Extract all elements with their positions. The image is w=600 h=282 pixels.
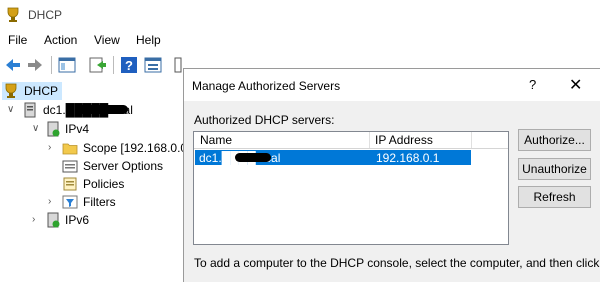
tree-item-ipv6[interactable]: › IPv6	[0, 211, 184, 229]
console-tree: DHCP ∨ dc1.█████local ∨ IPv4 › Scope [19…	[0, 82, 190, 281]
column-header-ip[interactable]: IP Address	[375, 133, 433, 147]
redaction-mark	[78, 105, 128, 114]
export-list-icon[interactable]	[88, 55, 108, 75]
forward-icon[interactable]	[25, 55, 45, 75]
filter-icon	[62, 195, 78, 209]
menu-action[interactable]: Action	[44, 33, 77, 47]
list-header: Name IP Address	[194, 132, 508, 149]
column-header-name[interactable]: Name	[200, 133, 232, 147]
tree-item-ipv4[interactable]: ∨ IPv4	[0, 120, 184, 138]
dhcp-app-icon	[7, 7, 19, 22]
tree-item-server[interactable]: ∨ dc1.█████local	[0, 101, 184, 119]
tree-label: IPv6	[65, 213, 90, 227]
tree-label: Filters	[83, 195, 116, 209]
column-divider[interactable]	[471, 132, 472, 148]
chevron-down-icon[interactable]: ∨	[7, 104, 14, 115]
tree-label: Server Options	[83, 159, 164, 173]
menu-file[interactable]: File	[8, 33, 27, 47]
close-icon[interactable]: ✕	[569, 75, 582, 95]
dialog-instructions: To add a computer to the DHCP console, s…	[194, 256, 600, 270]
properties-icon[interactable]	[143, 55, 163, 75]
dialog-titlebar: Manage Authorized Servers ? ✕	[184, 69, 600, 101]
menu-bar: File Action View Help	[0, 30, 600, 52]
chevron-right-icon[interactable]: ›	[32, 214, 35, 225]
menu-view[interactable]: View	[94, 33, 120, 47]
unauthorize-button[interactable]: Unauthorize	[518, 158, 591, 180]
manage-authorized-servers-dialog: Manage Authorized Servers ? ✕ Authorized…	[183, 68, 600, 282]
column-divider[interactable]	[369, 132, 370, 148]
ipv6-icon	[47, 212, 60, 228]
back-icon[interactable]	[3, 55, 23, 75]
ipv4-icon	[47, 121, 60, 137]
tree-label: Scope [192.168.0.0]	[83, 141, 191, 155]
authorized-servers-list[interactable]: Name IP Address dc1.████local 192.168.0.…	[193, 131, 509, 245]
chevron-right-icon[interactable]: ›	[48, 196, 51, 207]
refresh-button[interactable]: Refresh	[518, 186, 591, 208]
options-icon	[62, 160, 78, 173]
tree-item-dhcp[interactable]: DHCP	[2, 82, 62, 100]
authorize-button[interactable]: Authorize...	[518, 129, 591, 151]
tree-label: IPv4	[65, 122, 90, 136]
menu-help[interactable]: Help	[136, 33, 161, 47]
help-button[interactable]: ?	[529, 77, 536, 92]
list-item[interactable]: dc1.████local 192.168.0.1	[195, 150, 471, 165]
tree-label: DHCP	[24, 84, 59, 98]
help-icon[interactable]: ?	[119, 55, 139, 75]
toolbar-separator	[113, 56, 114, 74]
folder-icon	[62, 143, 78, 155]
policies-icon	[63, 177, 77, 191]
toolbar-separator	[51, 56, 52, 74]
window-titlebar: DHCP	[0, 0, 600, 30]
tree-item-scope[interactable]: › Scope [192.168.0.0]	[0, 139, 190, 157]
dhcp-icon	[5, 83, 17, 98]
tree-item-filters[interactable]: › Filters	[0, 193, 184, 211]
tree-label: Policies	[83, 177, 125, 191]
server-icon	[24, 102, 36, 118]
authorized-servers-label: Authorized DHCP servers:	[194, 113, 335, 127]
show-hide-tree-icon[interactable]	[57, 55, 77, 75]
tree-item-server-options[interactable]: Server Options	[0, 157, 184, 175]
window-title: DHCP	[28, 8, 63, 22]
server-ip-cell: 192.168.0.1	[376, 151, 440, 165]
svg-text:?: ?	[125, 58, 133, 73]
dialog-title: Manage Authorized Servers	[192, 79, 341, 93]
redaction-mark	[235, 153, 271, 162]
chevron-right-icon[interactable]: ›	[48, 142, 51, 153]
chevron-down-icon[interactable]: ∨	[32, 123, 39, 134]
tree-item-policies[interactable]: Policies	[0, 175, 184, 193]
